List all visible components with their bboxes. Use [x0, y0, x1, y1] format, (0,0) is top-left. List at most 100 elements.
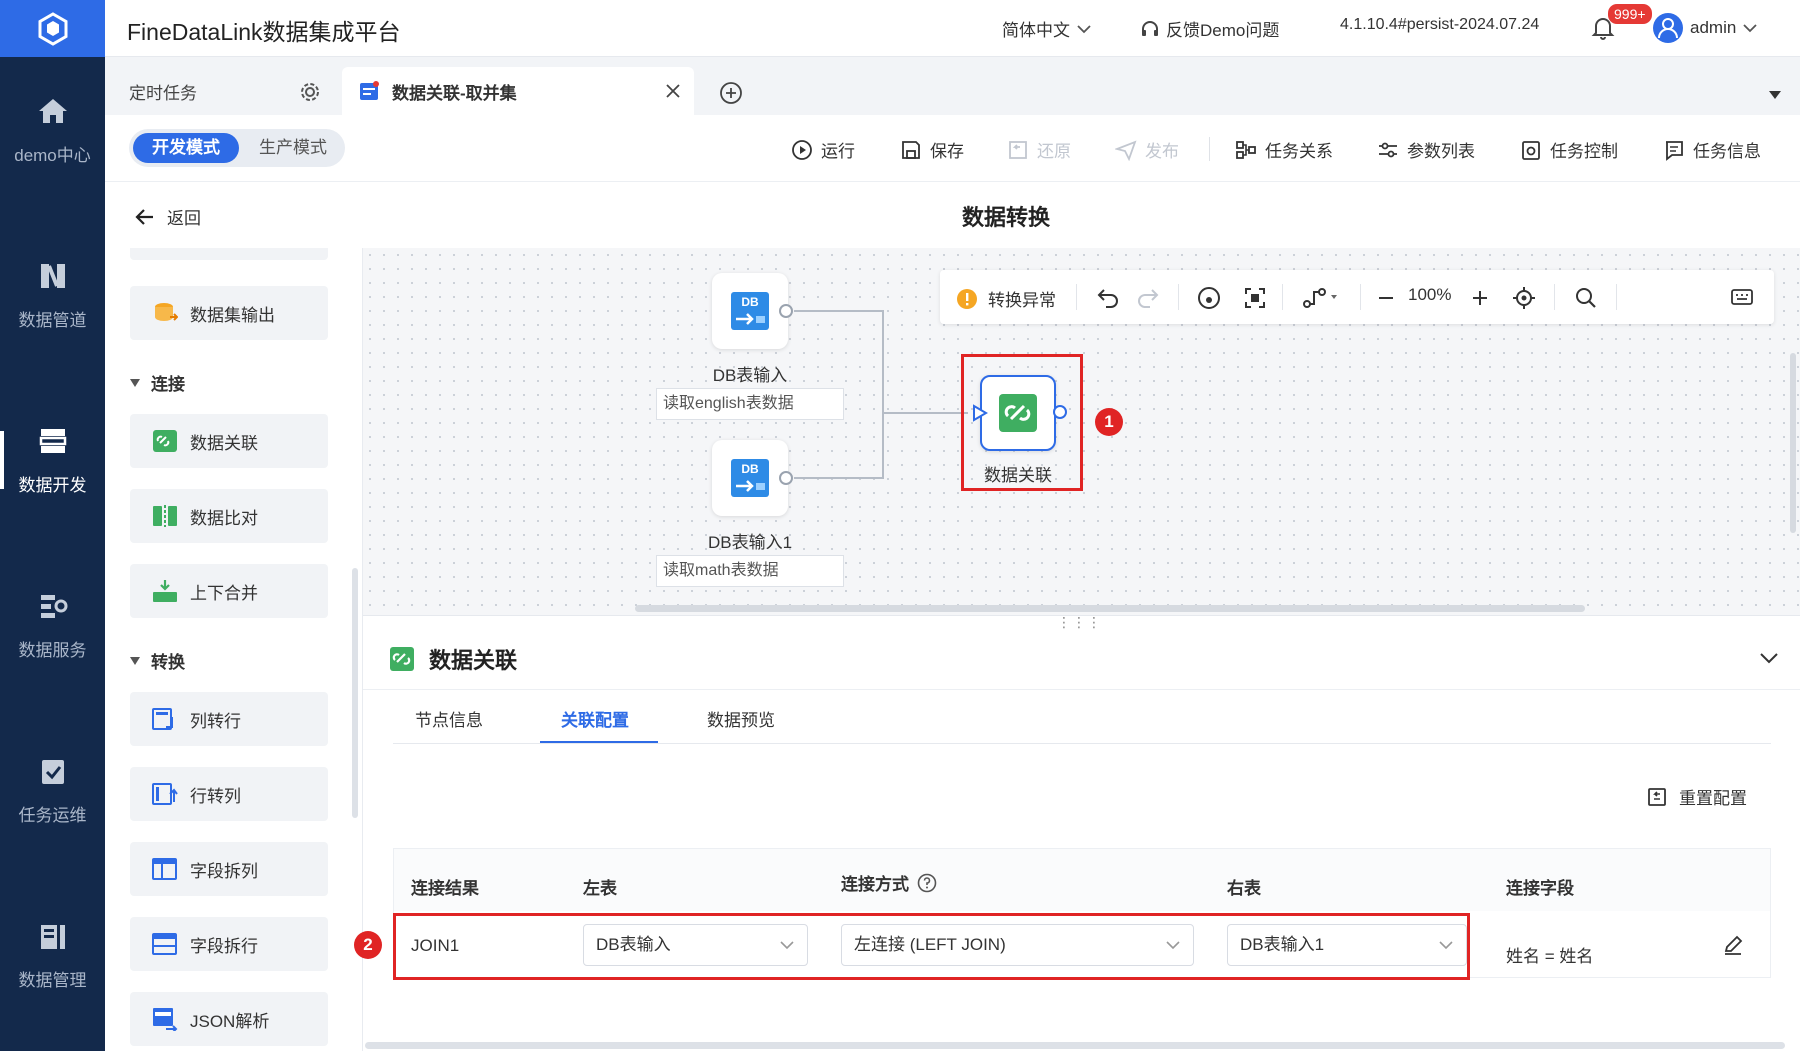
param-list-label: 参数列表 — [1407, 142, 1475, 161]
info-doc-icon — [1666, 140, 1683, 161]
locate-icon[interactable] — [1512, 286, 1536, 310]
help-icon[interactable] — [917, 873, 937, 893]
node-db-input[interactable]: DB — [712, 273, 788, 349]
reset-config-button[interactable]: 重置配置 — [1647, 784, 1747, 809]
nav-data-pipeline[interactable]: 数据管道 — [0, 240, 105, 350]
relation-icon — [1236, 140, 1256, 159]
gear-icon[interactable] — [299, 81, 321, 103]
edit-icon[interactable] — [1722, 934, 1744, 956]
tab-scheduled-tasks[interactable]: 定时任务 — [105, 67, 337, 115]
save-button[interactable]: 保存 — [900, 137, 964, 162]
nav-label: 数据服务 — [18, 640, 87, 660]
add-tab-button[interactable] — [719, 81, 743, 110]
reset-icon — [1648, 787, 1666, 806]
nav-task-ops[interactable]: 任务运维 — [0, 735, 105, 845]
node-output-port[interactable] — [779, 471, 793, 485]
zoom-out-icon[interactable] — [1376, 288, 1396, 308]
pipeline-icon — [40, 263, 65, 288]
nav-data-service[interactable]: 数据服务 — [0, 570, 105, 680]
notification-badge: 999+ — [1608, 4, 1652, 24]
palette-item-data-join[interactable]: 数据关联 — [130, 414, 328, 468]
close-icon[interactable] — [665, 83, 681, 99]
task-control-button[interactable]: 任务控制 — [1520, 137, 1618, 162]
palette-item-split-cols[interactable]: 字段拆列 — [130, 842, 328, 896]
undo-icon[interactable] — [1096, 286, 1120, 308]
node-description[interactable]: 读取english表数据 — [656, 388, 844, 420]
annotation-marker-2: 2 — [354, 931, 382, 959]
search-icon[interactable] — [1574, 286, 1598, 310]
user-menu[interactable]: admin — [1652, 12, 1758, 44]
nav-label: 任务运维 — [18, 805, 87, 825]
tab-node-info[interactable]: 节点信息 — [415, 706, 483, 731]
nav-demo-center[interactable]: demo中心 — [0, 75, 105, 185]
canvas-vertical-scrollbar[interactable] — [1790, 353, 1796, 533]
param-list-button[interactable]: 参数列表 — [1377, 137, 1475, 162]
redo-icon[interactable] — [1136, 286, 1160, 308]
ops-icon — [41, 759, 64, 784]
tab-data-preview[interactable]: 数据预览 — [707, 706, 775, 731]
fit-view-icon[interactable] — [1243, 286, 1267, 310]
highlight-box-join-node — [961, 354, 1083, 491]
run-button[interactable]: 运行 — [791, 137, 855, 162]
manage-icon — [40, 924, 65, 949]
palette-item-row-to-col[interactable]: 行转列 — [130, 767, 328, 821]
node-description[interactable]: 读取math表数据 — [656, 555, 844, 587]
flow-canvas[interactable]: DB DB表输入 读取english表数据 DB DB表输入1 读取math表数… — [363, 248, 1800, 615]
task-relation-button[interactable]: 任务关系 — [1235, 137, 1333, 162]
collapse-chevron-icon[interactable] — [1759, 652, 1779, 664]
send-icon — [1115, 139, 1137, 161]
mode-switch[interactable]: 开发模式 生产模式 — [129, 129, 345, 167]
keyboard-icon[interactable] — [1731, 287, 1753, 307]
tab-join-config[interactable]: 关联配置 — [561, 706, 629, 731]
palette-scrollbar[interactable] — [352, 568, 358, 818]
headset-icon — [1142, 20, 1158, 36]
tab-data-join[interactable]: 数据关联-取并集 — [342, 67, 694, 115]
palette-item-label: 列转行 — [190, 711, 241, 731]
row-to-col-icon — [152, 783, 178, 805]
toolbar-divider — [1616, 284, 1617, 310]
transform-status[interactable]: 转换异常 — [956, 286, 1056, 311]
column-header-result: 连接结果 — [411, 879, 479, 898]
dev-mode-button[interactable]: 开发模式 — [133, 133, 239, 163]
reset-label: 重置配置 — [1679, 789, 1747, 808]
chevron-down-icon — [1743, 24, 1757, 33]
app-logo[interactable] — [0, 0, 105, 57]
connector-style-icon[interactable] — [1302, 286, 1342, 310]
feedback-link[interactable]: 反馈Demo问题 — [1140, 16, 1279, 41]
caret-down-icon — [130, 656, 140, 665]
language-select[interactable]: 简体中文 — [1002, 16, 1092, 41]
palette-item-split-rows[interactable]: 字段拆行 — [130, 917, 328, 971]
palette-item-json-parse[interactable]: JSON解析 — [130, 992, 328, 1046]
node-output-port[interactable] — [779, 304, 793, 318]
json-parse-icon — [153, 1008, 178, 1031]
palette-item-label: 数据关联 — [190, 433, 258, 453]
nav-data-dev[interactable]: 数据开发 — [0, 405, 105, 515]
palette-section-join[interactable]: 连接 — [129, 370, 185, 395]
task-info-button[interactable]: 任务信息 — [1663, 137, 1761, 162]
palette-item-union[interactable]: 上下合并 — [130, 564, 328, 618]
palette-section-transform[interactable]: 转换 — [129, 648, 185, 673]
toolbar-divider — [1209, 137, 1210, 161]
top-header: FineDataLink数据集成平台 简体中文 反馈Demo问题 4.1.10.… — [105, 0, 1800, 57]
prod-mode-button[interactable]: 生产模式 — [247, 133, 339, 163]
task-info-label: 任务信息 — [1693, 142, 1761, 161]
version-label: 4.1.10.4#persist-2024.07.24 — [1340, 16, 1540, 33]
palette-item-dataset-output[interactable]: 数据集输出 — [130, 286, 328, 340]
palette-item-data-compare[interactable]: 数据比对 — [130, 489, 328, 543]
canvas-horizontal-scrollbar[interactable] — [635, 605, 1585, 612]
toolbar-divider — [1282, 284, 1283, 310]
caret-down-icon — [130, 378, 140, 387]
restore-button[interactable]: 还原 — [1007, 137, 1071, 162]
panel-horizontal-scrollbar[interactable] — [365, 1042, 1785, 1049]
eye-circle-icon[interactable] — [1197, 286, 1221, 310]
node-db-input-1[interactable]: DB — [712, 440, 788, 516]
palette-item-col-to-row[interactable]: 列转行 — [130, 692, 328, 746]
panel-resize-handle[interactable]: ⋮⋮⋮ — [1057, 614, 1102, 631]
service-icon — [40, 594, 67, 618]
zoom-in-icon[interactable] — [1470, 288, 1490, 308]
page-header: 返回 数据转换 — [105, 182, 1800, 248]
nav-data-manage[interactable]: 数据管理 — [0, 900, 105, 1010]
tabs-dropdown-button[interactable] — [1768, 87, 1782, 105]
publish-button[interactable]: 发布 — [1115, 137, 1179, 162]
palette-item-partial[interactable] — [130, 248, 328, 260]
